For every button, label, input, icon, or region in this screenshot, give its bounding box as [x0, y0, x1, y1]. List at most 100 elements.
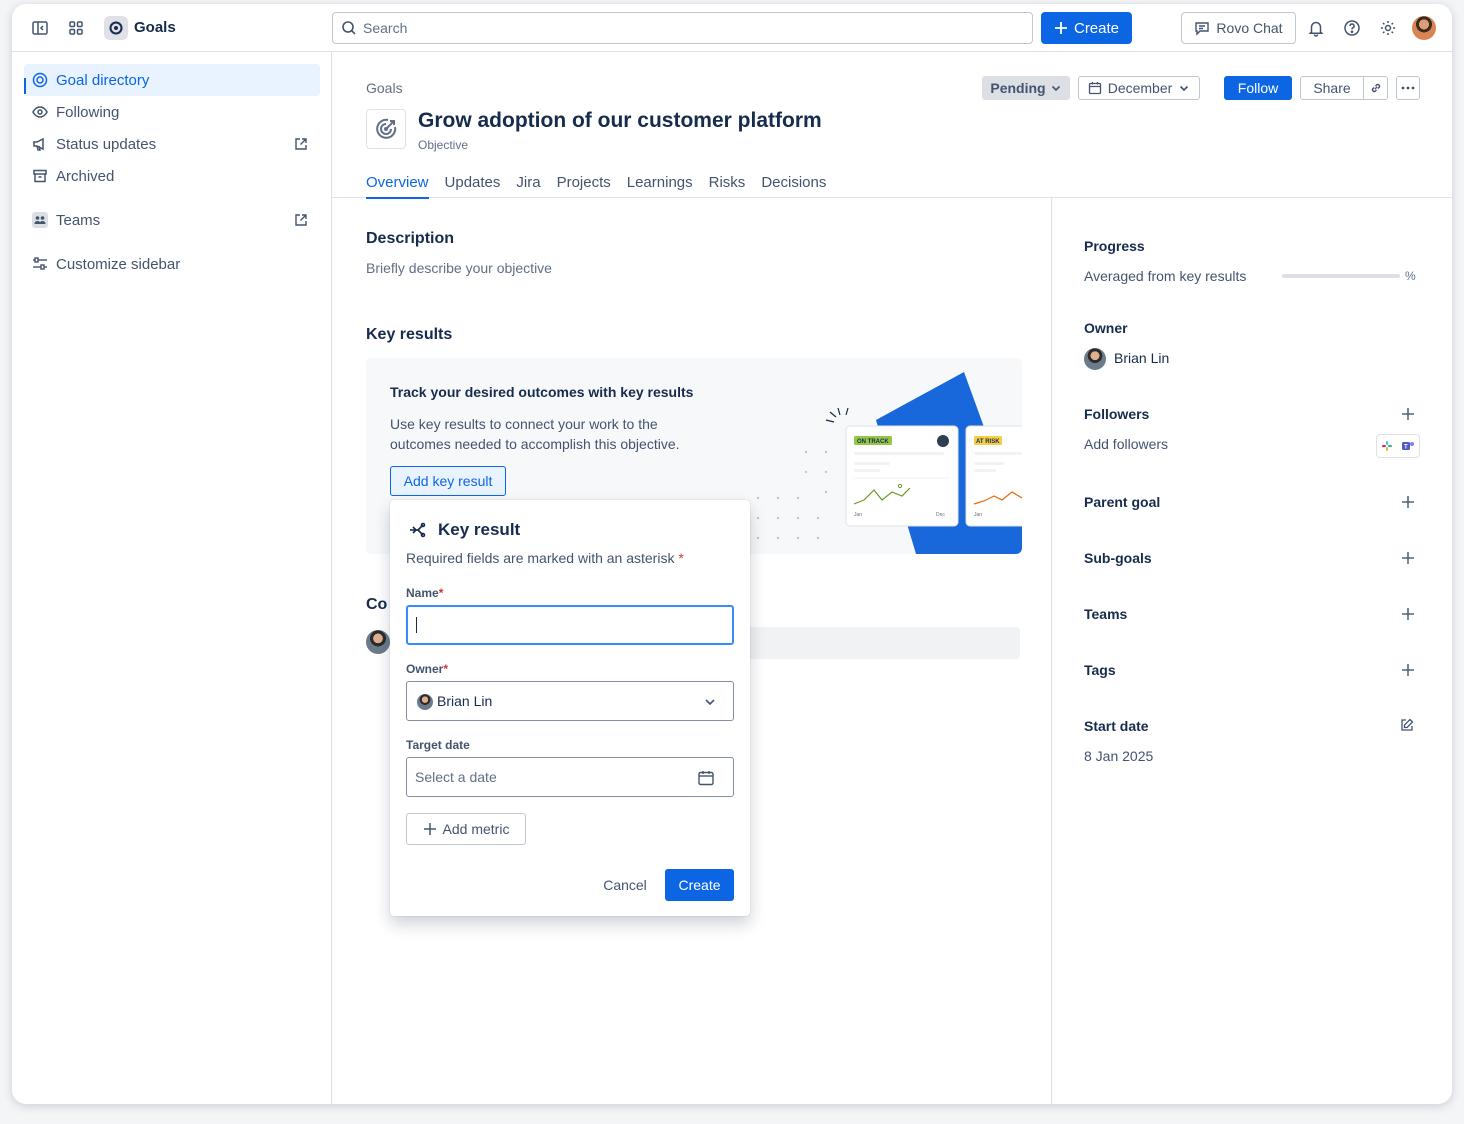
more-options-icon[interactable]	[1396, 76, 1420, 100]
copy-link-icon[interactable]	[1364, 76, 1388, 100]
text-caret	[416, 617, 417, 633]
add-sub-goal-plus-icon[interactable]	[1400, 550, 1416, 566]
goal-type: Objective	[418, 138, 469, 152]
target-date-picker[interactable]: Select a date	[406, 757, 734, 797]
owner-name[interactable]: Brian Lin	[1114, 350, 1169, 366]
app-name[interactable]: Goals	[134, 19, 176, 36]
add-followers-link[interactable]: Add followers	[1084, 436, 1168, 452]
tab-overview[interactable]: Overview	[366, 174, 429, 199]
share-button[interactable]: Share	[1300, 76, 1364, 100]
progress-bar	[1282, 274, 1400, 278]
tab-risks[interactable]: Risks	[709, 174, 746, 199]
progress-heading: Progress	[1084, 238, 1145, 254]
cancel-button[interactable]: Cancel	[590, 869, 660, 901]
dialog-create-button[interactable]: Create	[665, 869, 734, 901]
goal-target-icon	[366, 109, 406, 149]
target-date-label: Target date	[406, 738, 470, 752]
settings-gear-icon[interactable]	[1374, 14, 1402, 42]
target-month-dropdown[interactable]: December	[1078, 76, 1200, 100]
key-result-icon	[410, 522, 426, 538]
sidebar-item-label: Archived	[56, 167, 115, 185]
add-team-plus-icon[interactable]	[1400, 606, 1416, 622]
integrations-badge[interactable]: T	[1376, 434, 1420, 458]
teams-heading: Teams	[1084, 606, 1128, 622]
parent-goal-heading: Parent goal	[1084, 494, 1161, 510]
add-follower-plus-icon[interactable]	[1400, 406, 1416, 422]
kr-card-text: Use key results to connect your work to …	[390, 416, 680, 452]
name-label: Name*	[406, 586, 443, 600]
tab-updates[interactable]: Updates	[445, 174, 501, 199]
active-indicator	[24, 78, 26, 94]
add-key-result-button[interactable]: Add key result	[390, 466, 506, 496]
sidebar-item-following[interactable]: Following	[24, 96, 320, 128]
illustration-jan-text-2: Jan	[974, 512, 982, 518]
illustration-at-risk-text: AT RISK	[976, 439, 1000, 445]
status-label: Pending	[990, 80, 1046, 96]
key-result-dialog: Key result Required fields are marked wi…	[390, 500, 750, 916]
search-input[interactable]: Search	[332, 12, 1033, 44]
progress-percent: %	[1405, 269, 1416, 283]
tags-heading: Tags	[1084, 662, 1116, 678]
sidebar-item-label: Teams	[56, 211, 101, 229]
external-link-icon	[295, 138, 307, 150]
megaphone-icon	[33, 137, 44, 151]
edit-icon[interactable]	[1400, 718, 1414, 732]
sidebar-item-label: Customize sidebar	[56, 255, 181, 273]
sidebar-item-label: Following	[56, 103, 120, 121]
breadcrumb[interactable]: Goals	[366, 80, 403, 96]
tab-projects[interactable]: Projects	[557, 174, 611, 199]
sidebar-item-label: Goal directory	[56, 71, 150, 89]
sidebar-item-teams[interactable]: Teams	[24, 204, 320, 236]
followers-heading: Followers	[1084, 406, 1150, 422]
month-label: December	[1107, 80, 1173, 96]
svg-text:T: T	[1404, 445, 1408, 451]
sidebar-item-status-updates[interactable]: Status updates	[24, 128, 320, 160]
help-icon[interactable]	[1338, 14, 1366, 42]
chevron-down-icon	[705, 699, 715, 706]
slack-icon	[1382, 441, 1392, 451]
dialog-subtitle: Required fields are marked with an aster…	[406, 550, 684, 566]
tab-learnings[interactable]: Learnings	[627, 174, 693, 199]
top-navigation: Goals Search Create Rovo Chat	[12, 4, 1452, 52]
chevron-down-icon	[1051, 85, 1060, 92]
asterisk: *	[438, 586, 444, 600]
description-placeholder[interactable]: Briefly describe your objective	[366, 260, 552, 276]
eye-icon	[32, 106, 48, 118]
plus-icon	[1054, 22, 1067, 34]
sidebar: Goal directory Following Status updates …	[12, 52, 332, 1104]
illustration-dec-text: Dec	[936, 512, 945, 518]
follow-button[interactable]: Follow	[1224, 76, 1292, 100]
details-panel: Progress Averaged from key results % Own…	[1052, 198, 1452, 1104]
goal-title[interactable]: Grow adoption of our customer platform	[418, 109, 822, 133]
name-label-text: Name	[406, 586, 439, 600]
owner-select[interactable]: Brian Lin	[406, 681, 734, 721]
create-button[interactable]: Create	[1041, 12, 1132, 44]
sidebar-toggle-icon[interactable]	[26, 14, 54, 42]
start-date-heading: Start date	[1084, 718, 1149, 734]
sidebar-item-goal-directory[interactable]: Goal directory	[24, 64, 320, 96]
rovo-chat-button[interactable]: Rovo Chat	[1181, 12, 1296, 44]
tab-decisions[interactable]: Decisions	[761, 174, 826, 199]
goal-header: Goals Grow adoption of our customer plat…	[332, 52, 1452, 199]
sub-goals-heading: Sub-goals	[1084, 550, 1152, 566]
status-dropdown[interactable]: Pending	[982, 76, 1070, 100]
calendar-icon	[1088, 82, 1101, 95]
sidebar-item-customize[interactable]: Customize sidebar	[24, 248, 320, 280]
goal-tabs: Overview Updates Jira Projects Learnings…	[366, 174, 826, 199]
required-note: Required fields are marked with an aster…	[406, 550, 675, 566]
notifications-bell-icon[interactable]	[1302, 14, 1330, 42]
owner-label: Owner*	[406, 662, 448, 676]
add-tag-plus-icon[interactable]	[1400, 662, 1416, 678]
add-parent-goal-plus-icon[interactable]	[1400, 494, 1416, 510]
tab-jira[interactable]: Jira	[516, 174, 540, 199]
asterisk: *	[678, 550, 684, 566]
comments-heading: Comments	[366, 596, 388, 613]
goals-logo-icon[interactable]	[104, 16, 128, 40]
sidebar-item-archived[interactable]: Archived	[24, 160, 320, 192]
user-avatar[interactable]	[1412, 16, 1436, 40]
name-field[interactable]	[406, 605, 734, 645]
app-switcher-icon[interactable]	[62, 14, 90, 42]
plus-icon	[423, 823, 436, 835]
add-metric-button[interactable]: Add metric	[406, 813, 526, 845]
start-date-value: 8 Jan 2025	[1084, 748, 1154, 764]
